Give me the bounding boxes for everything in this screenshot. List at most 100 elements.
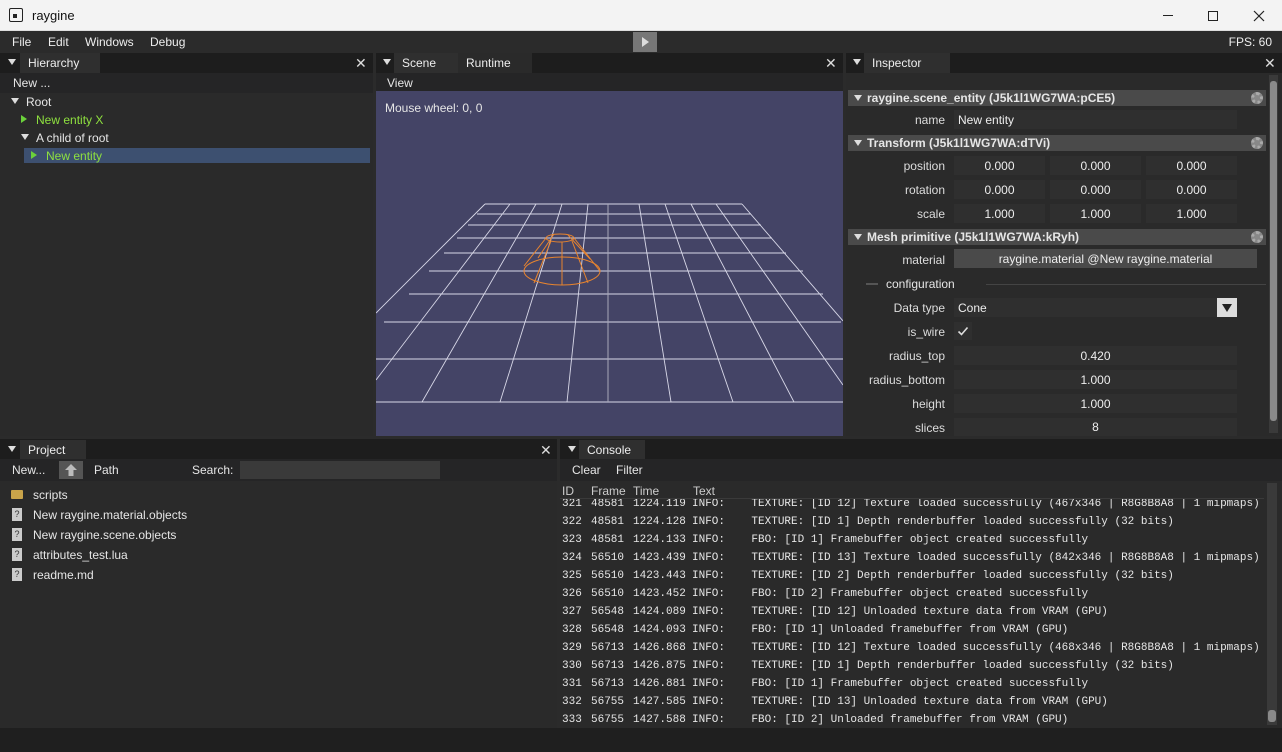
filter-button[interactable]: Filter	[616, 463, 643, 477]
column-time[interactable]: Time	[633, 484, 659, 498]
close-icon[interactable]	[1236, 0, 1282, 31]
clear-button[interactable]: Clear	[572, 463, 601, 477]
column-text[interactable]: Text	[693, 484, 715, 498]
scroll-thumb[interactable]	[1268, 710, 1276, 722]
file-item-scripts[interactable]: scripts	[33, 488, 68, 502]
log-row[interactable]: 326 56510 1423.452 INFO: FBO: [ID 2] Fra…	[560, 586, 1260, 604]
close-panel-icon[interactable]: ✕	[825, 56, 837, 70]
collapsed-icon[interactable]	[31, 151, 37, 159]
mesh-component-header[interactable]: Mesh primitive (J5k1l1WG7WA:kRyh)	[848, 229, 1266, 245]
rotation-x-field[interactable]: 0.000	[954, 180, 1045, 199]
new-entity-button[interactable]: New ...	[13, 76, 50, 90]
scale-y-field[interactable]: 1.000	[1050, 204, 1141, 223]
view-menu[interactable]: View	[387, 76, 413, 90]
search-input[interactable]	[240, 461, 440, 479]
position-z-field[interactable]: 0.000	[1146, 156, 1237, 175]
close-panel-icon[interactable]: ✕	[540, 443, 552, 457]
tab-scene[interactable]: Scene	[394, 53, 458, 73]
tree-item-new-entity-x[interactable]: New entity X	[36, 113, 103, 127]
position-x-field[interactable]: 0.000	[954, 156, 1045, 175]
close-panel-icon[interactable]: ✕	[1264, 56, 1276, 70]
collapse-icon[interactable]	[854, 95, 862, 101]
tree-item-child-of-root[interactable]: A child of root	[36, 131, 109, 145]
new-asset-button[interactable]: New...	[12, 463, 45, 477]
menu-file[interactable]: File	[12, 35, 31, 49]
console-tabbar: Console	[560, 439, 1282, 460]
panel-menu-icon[interactable]	[853, 59, 861, 65]
column-id[interactable]: ID	[562, 484, 574, 498]
radius-bottom-field[interactable]: 1.000	[954, 370, 1237, 389]
log-row[interactable]: 321 48581 1224.119 INFO: TEXTURE: [ID 12…	[560, 499, 1260, 514]
tree-item-new-entity[interactable]: New entity	[46, 149, 102, 163]
slices-field[interactable]: 8	[954, 418, 1237, 436]
scroll-thumb[interactable]	[1270, 81, 1277, 421]
tab-runtime[interactable]: Runtime	[458, 53, 532, 73]
log-row[interactable]: 324 56510 1423.439 INFO: TEXTURE: [ID 13…	[560, 550, 1260, 568]
iswire-checkbox[interactable]	[954, 322, 972, 340]
tab-inspector[interactable]: Inspector	[864, 53, 950, 73]
transform-header-text: Transform (J5k1l1WG7WA:dTVi)	[867, 136, 1051, 150]
log-row[interactable]: 329 56713 1426.868 INFO: TEXTURE: [ID 12…	[560, 640, 1260, 658]
chevron-down-icon[interactable]	[1217, 298, 1237, 317]
gear-icon[interactable]	[1251, 137, 1263, 149]
log-row[interactable]: 333 56755 1427.588 INFO: FBO: [ID 2] Unl…	[560, 712, 1260, 728]
file-item-attributes-test[interactable]: attributes_test.lua	[33, 548, 128, 562]
scale-x-field[interactable]: 1.000	[954, 204, 1045, 223]
close-panel-icon[interactable]: ✕	[355, 56, 367, 70]
expand-icon[interactable]	[11, 98, 19, 104]
menu-edit[interactable]: Edit	[48, 35, 69, 49]
position-y-field[interactable]: 0.000	[1050, 156, 1141, 175]
up-directory-button[interactable]	[59, 461, 83, 479]
tab-console[interactable]: Console	[579, 440, 645, 460]
collapse-icon[interactable]	[854, 140, 862, 146]
gear-icon[interactable]	[1251, 92, 1263, 104]
rotation-z-field[interactable]: 0.000	[1146, 180, 1237, 199]
tab-hierarchy[interactable]: Hierarchy	[20, 53, 100, 73]
scene-viewport[interactable]: Mouse wheel: 0, 0	[376, 91, 843, 436]
rotation-y-field[interactable]: 0.000	[1050, 180, 1141, 199]
tree-item-root[interactable]: Root	[26, 95, 51, 109]
scale-z-field[interactable]: 1.000	[1146, 204, 1237, 223]
datatype-select[interactable]: Cone	[954, 298, 1237, 317]
file-item-material-objects[interactable]: New raygine.material.objects	[33, 508, 187, 522]
panel-menu-icon[interactable]	[383, 59, 391, 65]
panel-menu-icon[interactable]	[8, 59, 16, 65]
name-field[interactable]: New entity	[954, 110, 1237, 129]
tab-project[interactable]: Project	[20, 440, 86, 460]
app-icon	[9, 8, 23, 22]
console-rows: 321 48581 1224.119 INFO: TEXTURE: [ID 12…	[560, 499, 1264, 728]
collapse-icon[interactable]	[854, 234, 862, 240]
log-row[interactable]: 323 48581 1224.133 INFO: FBO: [ID 1] Fra…	[560, 532, 1260, 550]
check-icon	[957, 326, 969, 336]
collapse-dash-icon[interactable]	[866, 283, 878, 285]
expand-icon[interactable]	[21, 134, 29, 140]
collapsed-icon[interactable]	[21, 115, 27, 123]
unknown-file-icon: ?	[12, 568, 22, 581]
console-scrollbar[interactable]	[1267, 483, 1277, 725]
file-item-readme[interactable]: readme.md	[33, 568, 94, 582]
play-button[interactable]	[633, 32, 657, 52]
panel-menu-icon[interactable]	[8, 446, 16, 452]
radius-top-field[interactable]: 0.420	[954, 346, 1237, 365]
entity-component-header[interactable]: raygine.scene_entity (J5k1l1WG7WA:pCE5)	[848, 90, 1266, 106]
log-row[interactable]: 330 56713 1426.875 INFO: TEXTURE: [ID 1]…	[560, 658, 1260, 676]
inspector-scrollbar[interactable]	[1269, 75, 1278, 433]
minimize-icon[interactable]	[1145, 0, 1191, 31]
log-row[interactable]: 332 56755 1427.585 INFO: TEXTURE: [ID 13…	[560, 694, 1260, 712]
log-row[interactable]: 328 56548 1424.093 INFO: FBO: [ID 1] Unl…	[560, 622, 1260, 640]
log-row[interactable]: 331 56713 1426.881 INFO: FBO: [ID 1] Fra…	[560, 676, 1260, 694]
log-row[interactable]: 327 56548 1424.089 INFO: TEXTURE: [ID 12…	[560, 604, 1260, 622]
gear-icon[interactable]	[1251, 231, 1263, 243]
file-item-scene-objects[interactable]: New raygine.scene.objects	[33, 528, 176, 542]
maximize-icon[interactable]	[1190, 0, 1236, 31]
column-frame[interactable]: Frame	[591, 484, 626, 498]
log-row[interactable]: 325 56510 1423.443 INFO: TEXTURE: [ID 2]…	[560, 568, 1260, 586]
menu-windows[interactable]: Windows	[85, 35, 134, 49]
datatype-value: Cone	[958, 300, 987, 315]
material-button[interactable]: raygine.material @New raygine.material	[954, 249, 1257, 268]
panel-menu-icon[interactable]	[568, 446, 576, 452]
height-field[interactable]: 1.000	[954, 394, 1237, 413]
log-row[interactable]: 322 48581 1224.128 INFO: TEXTURE: [ID 1]…	[560, 514, 1260, 532]
transform-component-header[interactable]: Transform (J5k1l1WG7WA:dTVi)	[848, 135, 1266, 151]
menu-debug[interactable]: Debug	[150, 35, 185, 49]
